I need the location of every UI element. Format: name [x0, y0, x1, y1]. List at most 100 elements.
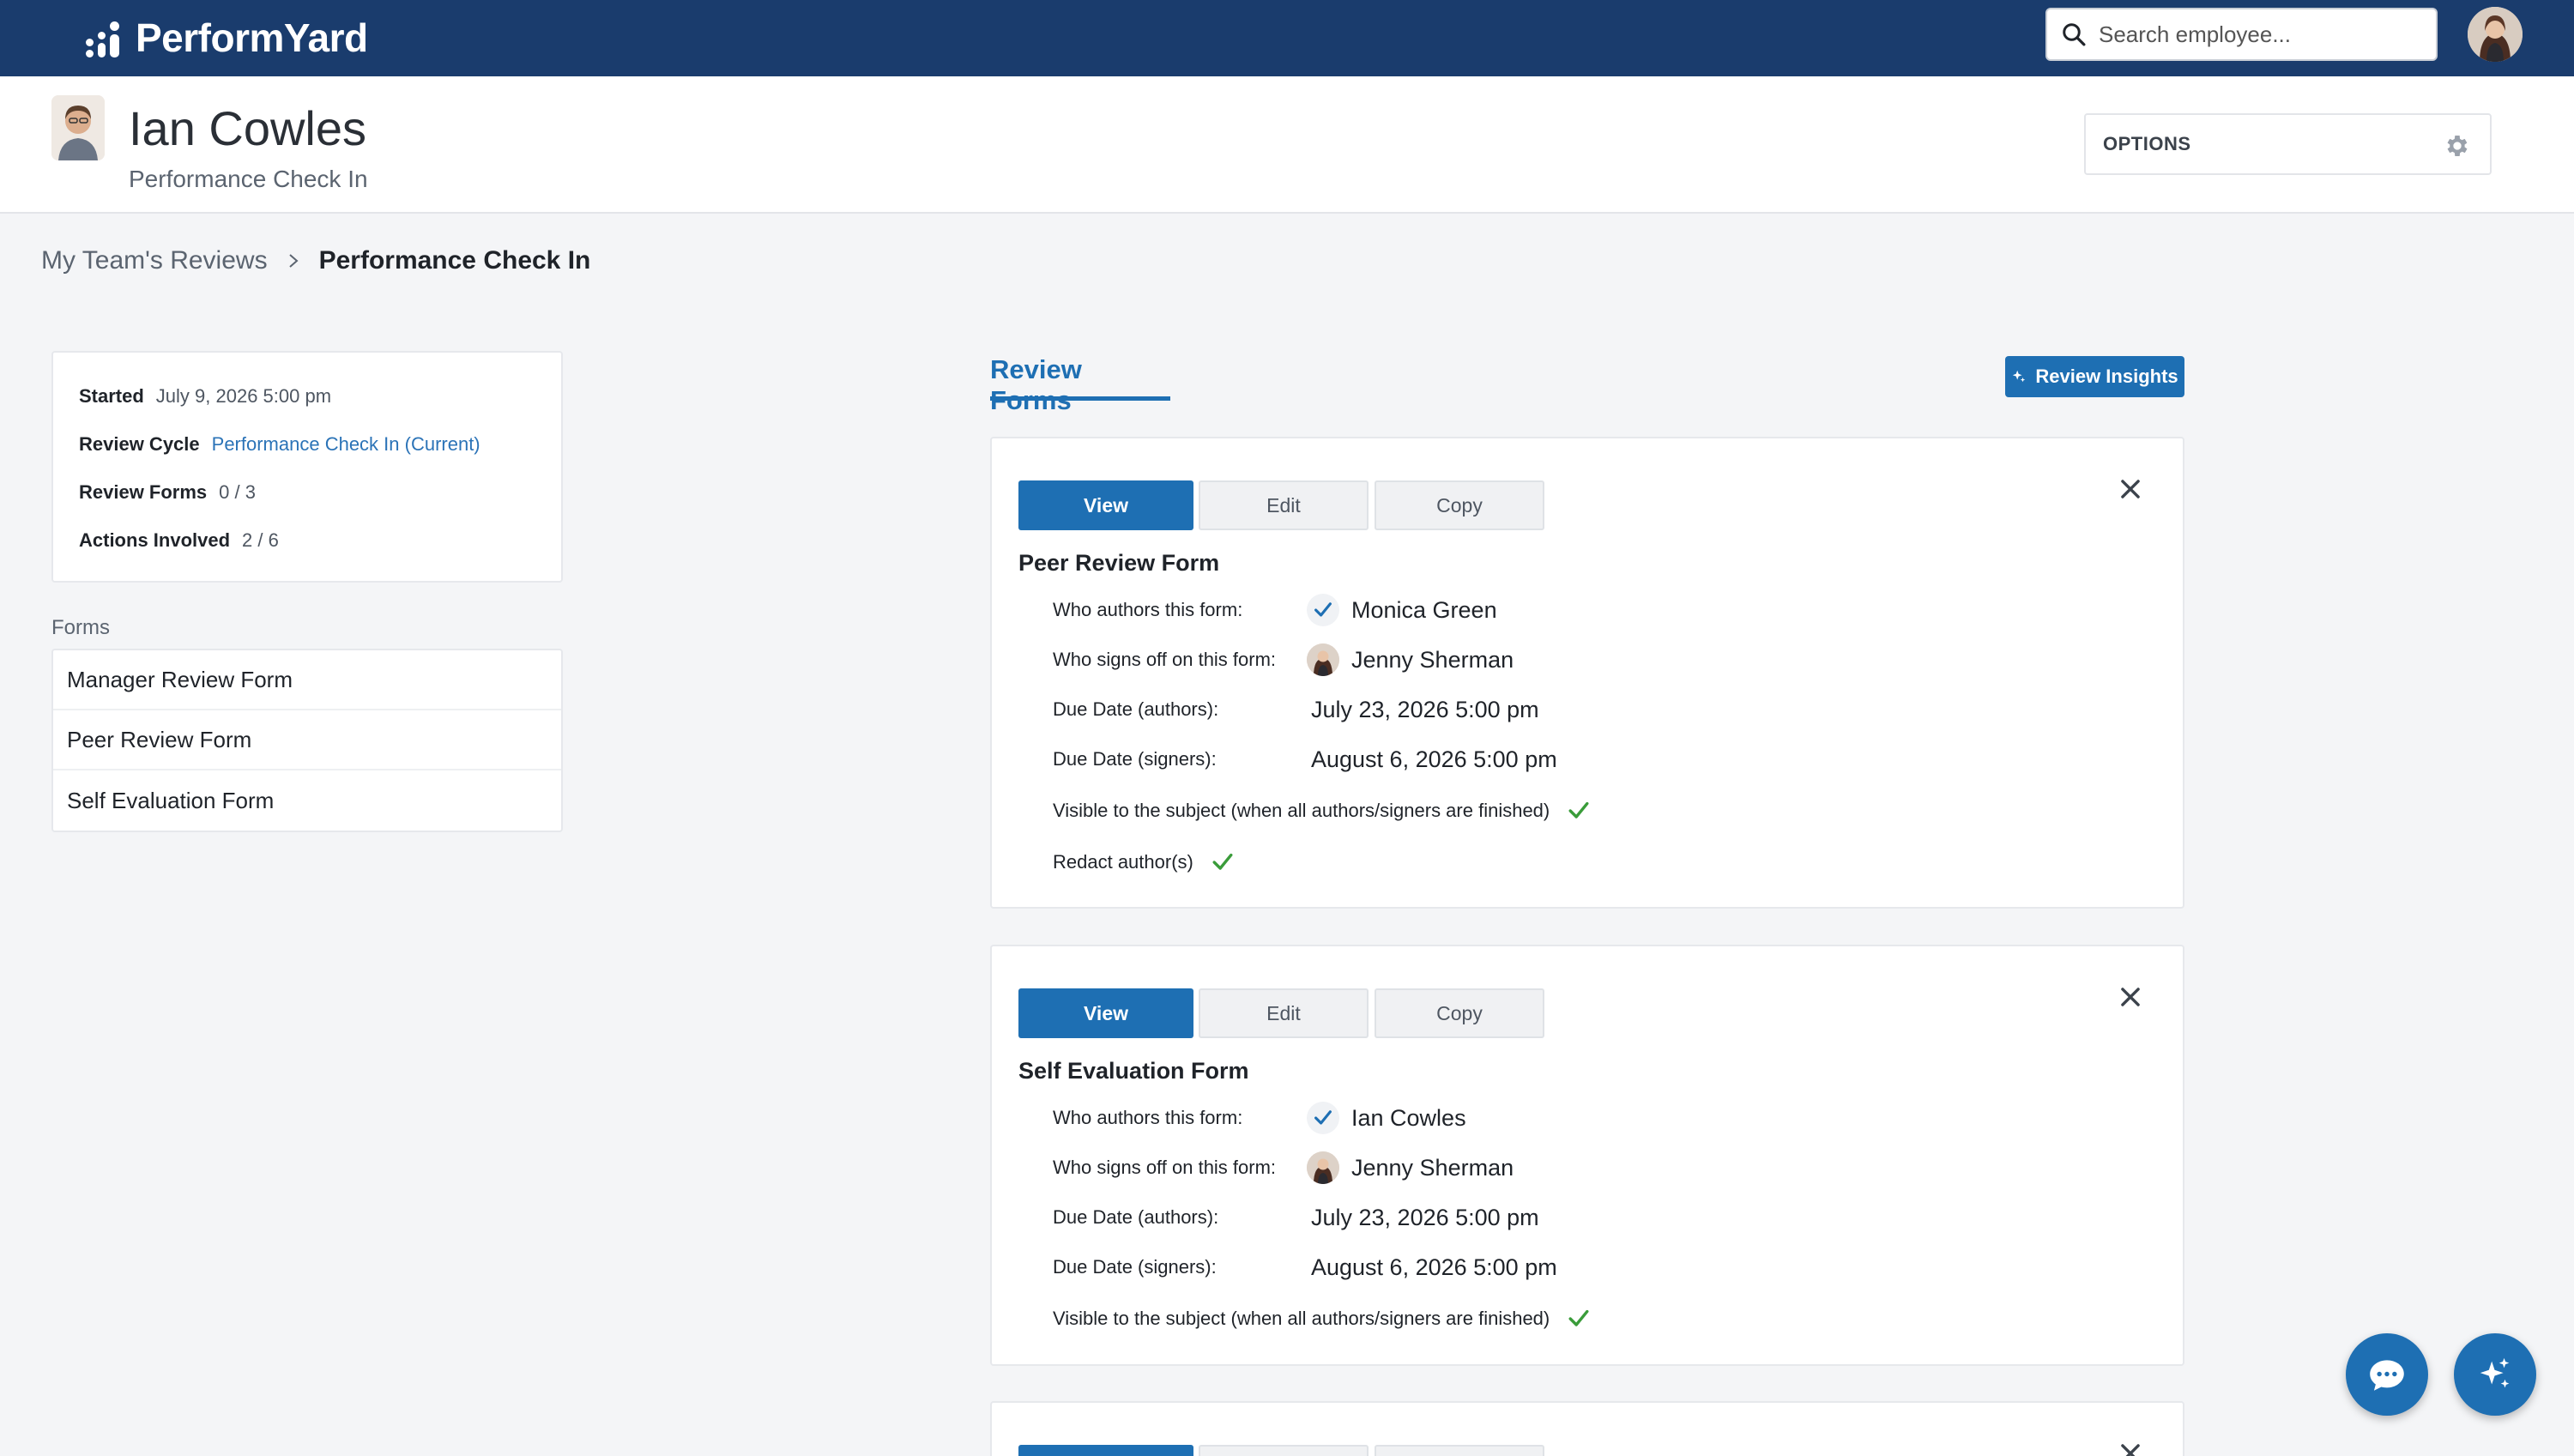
- form-card-manager-review: [990, 1401, 2184, 1456]
- user-avatar[interactable]: [2468, 7, 2523, 62]
- view-button[interactable]: [1018, 1445, 1193, 1456]
- forms-list-item-peer-review[interactable]: Peer Review Form: [53, 710, 561, 770]
- gear-icon: [2447, 136, 2468, 156]
- visible-to-subject-row: Visible to the subject (when all authors…: [1053, 1302, 1591, 1336]
- actions-involved-value: 2 / 6: [242, 529, 279, 551]
- review-insights-button[interactable]: Review Insights: [2005, 356, 2184, 397]
- due-signers-value: August 6, 2026 5:00 pm: [1311, 1254, 1557, 1280]
- edit-button[interactable]: Edit: [1199, 480, 1369, 530]
- subject-name: Ian Cowles: [129, 101, 367, 155]
- author-value: Monica Green: [1307, 594, 1497, 626]
- visible-to-subject-row: Visible to the subject (when all authors…: [1053, 794, 1591, 828]
- breadcrumb-parent-link[interactable]: My Team's Reviews: [41, 246, 268, 275]
- author-value: Ian Cowles: [1307, 1102, 1466, 1134]
- due-signers-label: Due Date (signers):: [1053, 1256, 1217, 1278]
- check-icon: [1568, 801, 1589, 819]
- signer-value: Jenny Sherman: [1307, 1151, 1514, 1184]
- info-review-cycle: Review Cycle Performance Check In (Curre…: [79, 433, 480, 456]
- close-icon[interactable]: [2119, 478, 2142, 500]
- due-authors-label: Due Date (authors):: [1053, 698, 1219, 720]
- visible-to-subject-label: Visible to the subject (when all authors…: [1053, 800, 1550, 821]
- chevron-right-icon: [288, 254, 299, 268]
- options-label: OPTIONS: [2103, 133, 2191, 154]
- started-label: Started: [79, 385, 144, 407]
- forms-list: Manager Review Form Peer Review Form Sel…: [51, 649, 563, 832]
- check-icon: [1568, 1309, 1589, 1326]
- info-started: Started July 9, 2026 5:00 pm: [79, 385, 331, 408]
- signer-avatar: [1307, 643, 1339, 676]
- top-navigation-bar: PerformYard: [0, 0, 2574, 76]
- signers-row: Who signs off on this form: Jenny Sherma…: [1053, 643, 1514, 677]
- due-authors-label: Due Date (authors):: [1053, 1206, 1219, 1228]
- chat-icon: [2370, 1360, 2404, 1391]
- close-icon[interactable]: [2119, 1442, 2142, 1456]
- due-signers-value: August 6, 2026 5:00 pm: [1311, 746, 1557, 772]
- review-forms-value: 0 / 3: [219, 481, 256, 503]
- due-signers-label: Due Date (signers):: [1053, 748, 1217, 770]
- options-button[interactable]: OPTIONS: [2084, 113, 2492, 175]
- performyard-logo[interactable]: PerformYard: [86, 12, 368, 63]
- sparkle-icon: [2013, 370, 2026, 383]
- signers-row: Who signs off on this form: Jenny Sherma…: [1053, 1151, 1514, 1185]
- form-card-peer-review: View Edit Copy Peer Review Form Who auth…: [990, 437, 2184, 909]
- signer-value: Jenny Sherman: [1307, 643, 1514, 676]
- edit-button[interactable]: [1199, 1445, 1369, 1456]
- authors-row: Who authors this form: Monica Green: [1053, 593, 1497, 627]
- actions-involved-label: Actions Involved: [79, 529, 231, 551]
- forms-heading: Forms: [51, 616, 110, 639]
- forms-list-item-manager-review[interactable]: Manager Review Form: [53, 650, 561, 710]
- view-button[interactable]: View: [1018, 480, 1193, 530]
- review-forms-label: Review Forms: [79, 481, 208, 503]
- close-icon[interactable]: [2119, 986, 2142, 1008]
- due-authors-row: Due Date (authors): July 23, 2026 5:00 p…: [1053, 1200, 1539, 1235]
- edit-button[interactable]: Edit: [1199, 988, 1369, 1038]
- employee-search[interactable]: [2045, 8, 2438, 61]
- visible-to-subject-label: Visible to the subject (when all authors…: [1053, 1308, 1550, 1329]
- subject-header: Ian Cowles Performance Check In OPTIONS: [0, 76, 2574, 214]
- subject-avatar: [51, 95, 105, 160]
- forms-list-item-self-evaluation[interactable]: Self Evaluation Form: [53, 770, 561, 831]
- form-card-self-evaluation: View Edit Copy Self Evaluation Form Who …: [990, 945, 2184, 1366]
- authors-label: Who authors this form:: [1053, 1107, 1243, 1128]
- review-cycle-label: Review Cycle: [79, 433, 200, 455]
- form-title: Peer Review Form: [1018, 550, 1220, 576]
- chat-button[interactable]: [2346, 1333, 2428, 1416]
- view-button[interactable]: View: [1018, 988, 1193, 1038]
- subject-review-name: Performance Check In: [129, 166, 368, 192]
- signer-avatar: [1307, 1151, 1339, 1184]
- author-name: Monica Green: [1351, 596, 1497, 623]
- logo-mark-icon: [86, 18, 127, 57]
- sparkle-icon: [2480, 1357, 2510, 1388]
- copy-button[interactable]: [1375, 1445, 1544, 1456]
- signer-name: Jenny Sherman: [1351, 646, 1514, 673]
- authors-row: Who authors this form: Ian Cowles: [1053, 1101, 1466, 1135]
- search-icon: [2063, 23, 2086, 46]
- check-icon: [1212, 853, 1233, 870]
- brand-name: PerformYard: [136, 15, 368, 60]
- due-authors-value: July 23, 2026 5:00 pm: [1311, 1204, 1539, 1230]
- due-signers-row: Due Date (signers): August 6, 2026 5:00 …: [1053, 742, 1557, 776]
- search-input[interactable]: [2099, 21, 2425, 48]
- redact-authors-label: Redact author(s): [1053, 851, 1193, 873]
- due-authors-row: Due Date (authors): July 23, 2026 5:00 p…: [1053, 692, 1539, 727]
- check-icon: [1307, 594, 1339, 626]
- authors-label: Who authors this form:: [1053, 599, 1243, 620]
- author-name: Ian Cowles: [1351, 1104, 1466, 1131]
- copy-button[interactable]: Copy: [1375, 988, 1544, 1038]
- info-review-forms: Review Forms 0 / 3: [79, 481, 256, 504]
- tab-review-forms[interactable]: Review Forms: [990, 354, 1170, 415]
- form-title: Self Evaluation Form: [1018, 1058, 1249, 1084]
- ai-assistant-button[interactable]: [2454, 1333, 2536, 1416]
- review-cycle-link[interactable]: Performance Check In (Current): [212, 433, 480, 456]
- due-signers-row: Due Date (signers): August 6, 2026 5:00 …: [1053, 1250, 1557, 1284]
- redact-authors-row: Redact author(s): [1053, 845, 1235, 879]
- copy-button[interactable]: Copy: [1375, 480, 1544, 530]
- signers-label: Who signs off on this form:: [1053, 649, 1277, 670]
- signers-label: Who signs off on this form:: [1053, 1157, 1277, 1178]
- signer-name: Jenny Sherman: [1351, 1154, 1514, 1181]
- due-authors-value: July 23, 2026 5:00 pm: [1311, 696, 1539, 722]
- breadcrumb-current: Performance Check In: [318, 246, 591, 275]
- review-info-card: Started July 9, 2026 5:00 pm Review Cycl…: [51, 351, 563, 583]
- breadcrumb: My Team's Reviews Performance Check In: [41, 246, 590, 275]
- check-icon: [1307, 1102, 1339, 1134]
